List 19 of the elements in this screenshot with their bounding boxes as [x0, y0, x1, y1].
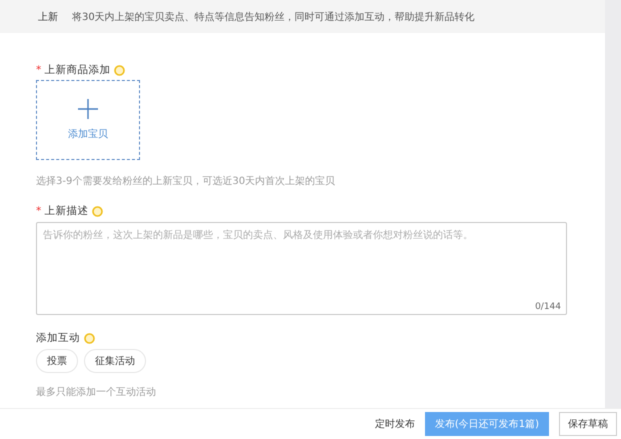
- interaction-option[interactable]: 征集活动: [84, 349, 146, 373]
- plus-icon: [78, 99, 98, 119]
- page-title: 上新: [38, 10, 58, 24]
- add-item-button[interactable]: 添加宝贝: [36, 80, 140, 160]
- required-mark: *: [36, 64, 42, 76]
- hint-text: 最多只能添加一个互动活动: [36, 386, 157, 399]
- section-label: 添加互动: [36, 331, 80, 345]
- required-mark: *: [36, 205, 42, 217]
- char-counter: 0/144: [535, 302, 561, 312]
- hint-text: 选择3-9个需要发给粉丝的上新宝贝，可选近30天内首次上架的宝贝: [36, 174, 336, 188]
- interaction-option[interactable]: 投票: [36, 349, 78, 373]
- page-description: 将30天内上架的宝贝卖点、特点等信息告知粉丝，同时可通过添加互动，帮助提升新品转化: [72, 10, 475, 24]
- tip-icon: [84, 332, 95, 344]
- section-label: 上新商品添加: [44, 63, 110, 77]
- tip-icon: [92, 206, 104, 216]
- schedule-link[interactable]: 定时发布: [374, 417, 415, 431]
- tip-icon: [114, 64, 126, 76]
- save-draft-button[interactable]: 保存草稿: [559, 412, 617, 436]
- section-label: 上新描述: [44, 204, 88, 218]
